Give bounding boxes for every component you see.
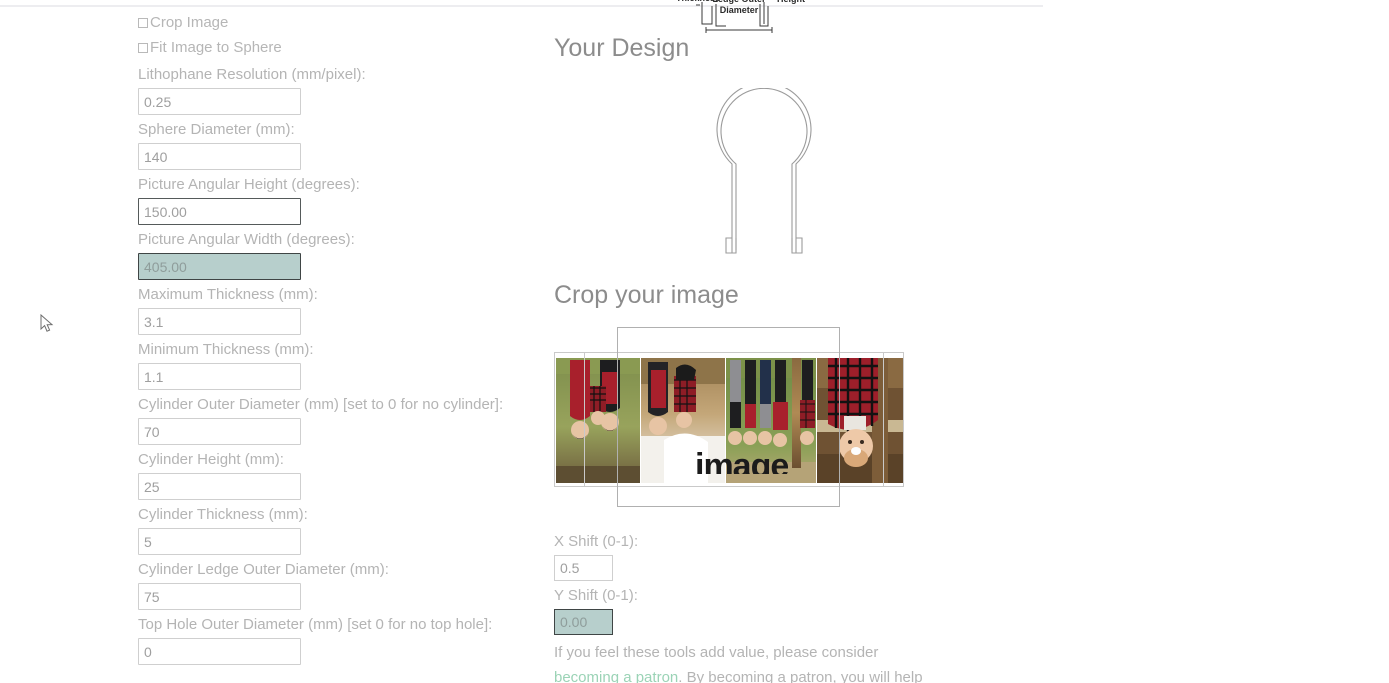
label-y-shift: Y Shift (0-1):: [554, 587, 638, 604]
input-x-shift[interactable]: [554, 555, 613, 581]
label-cylinder-height: Cylinder Height (mm):: [138, 451, 284, 468]
design-preview: [674, 82, 854, 273]
input-picture-angular-width[interactable]: [138, 253, 301, 280]
your-design-heading: Your Design: [554, 34, 690, 62]
input-top-hole-outer-diameter[interactable]: [138, 638, 301, 665]
input-lithophane-resolution[interactable]: [138, 88, 301, 115]
becoming-a-patron-link[interactable]: becoming a patron: [554, 669, 678, 683]
top-divider: [0, 5, 1043, 7]
crop-guide-line-left: [584, 352, 585, 487]
cylinder-dimension-diagram-svg: Cylinder Thickness Cylinder Ledge Outer …: [676, 0, 805, 33]
input-minimum-thickness[interactable]: [138, 363, 301, 390]
label-picture-angular-width: Picture Angular Width (degrees):: [138, 231, 355, 248]
label-lithophane-resolution: Lithophane Resolution (mm/pixel):: [138, 66, 366, 83]
checkbox-row-crop-image[interactable]: Crop Image: [138, 10, 538, 35]
label-picture-angular-height: Picture Angular Height (degrees):: [138, 176, 360, 193]
input-y-shift[interactable]: [554, 609, 613, 635]
crop-image-label: Crop Image: [150, 14, 229, 31]
mouse-cursor: [40, 313, 54, 334]
crop-guide-line-right: [883, 352, 884, 487]
label-cylinder-thickness: Cylinder Thickness (mm):: [138, 506, 308, 523]
sphere-cross-section-svg: [716, 82, 812, 254]
label-x-shift: X Shift (0-1):: [554, 533, 639, 550]
fit-image-to-sphere-checkbox[interactable]: [138, 43, 148, 53]
label-minimum-thickness: Minimum Thickness (mm):: [138, 341, 314, 358]
input-cylinder-outer-diameter[interactable]: [138, 418, 301, 445]
patron-line-1: If you feel these tools add value, pleas…: [554, 644, 879, 661]
crop-widget[interactable]: image: [554, 327, 914, 512]
input-maximum-thickness[interactable]: [138, 308, 301, 335]
shift-controls: X Shift (0-1): Y Shift (0-1): If you fee…: [554, 532, 954, 683]
crop-image-checkbox[interactable]: [138, 18, 148, 28]
cursor-arrow-icon: [40, 313, 54, 332]
label-sphere-diameter: Sphere Diameter (mm):: [138, 121, 295, 138]
label-top-hole-outer-diameter: Top Hole Outer Diameter (mm) [set 0 for …: [138, 616, 493, 633]
cylinder-dimension-diagram: Cylinder Thickness Cylinder Ledge Outer …: [660, 0, 840, 36]
svg-text:Diameter: Diameter: [720, 5, 759, 15]
patron-line-2: . By becoming a patron, you will help: [678, 669, 923, 683]
label-cylinder-outer-diameter: Cylinder Outer Diameter (mm) [set to 0 f…: [138, 396, 504, 413]
input-cylinder-ledge-outer-diameter[interactable]: [138, 583, 301, 610]
fit-image-to-sphere-label: Fit Image to Sphere: [150, 39, 282, 56]
parameters-form: Crop Image Fit Image to Sphere Lithophan…: [138, 10, 538, 665]
input-picture-angular-height[interactable]: [138, 198, 301, 225]
input-cylinder-thickness[interactable]: [138, 528, 301, 555]
label-maximum-thickness: Maximum Thickness (mm):: [138, 286, 318, 303]
patron-message: If you feel these tools add value, pleas…: [554, 640, 954, 683]
input-sphere-diameter[interactable]: [138, 143, 301, 170]
label-cylinder-ledge-outer-diameter: Cylinder Ledge Outer Diameter (mm):: [138, 561, 389, 578]
page-root: Crop Image Fit Image to Sphere Lithophan…: [0, 0, 1389, 683]
svg-text:Height: Height: [777, 0, 805, 4]
svg-text:Ledge Outer: Ledge Outer: [712, 0, 766, 4]
crop-selection-rectangle[interactable]: [617, 327, 840, 507]
checkbox-row-fit-image-to-sphere[interactable]: Fit Image to Sphere: [138, 35, 538, 60]
input-cylinder-height[interactable]: [138, 473, 301, 500]
crop-your-image-heading: Crop your image: [554, 281, 739, 309]
